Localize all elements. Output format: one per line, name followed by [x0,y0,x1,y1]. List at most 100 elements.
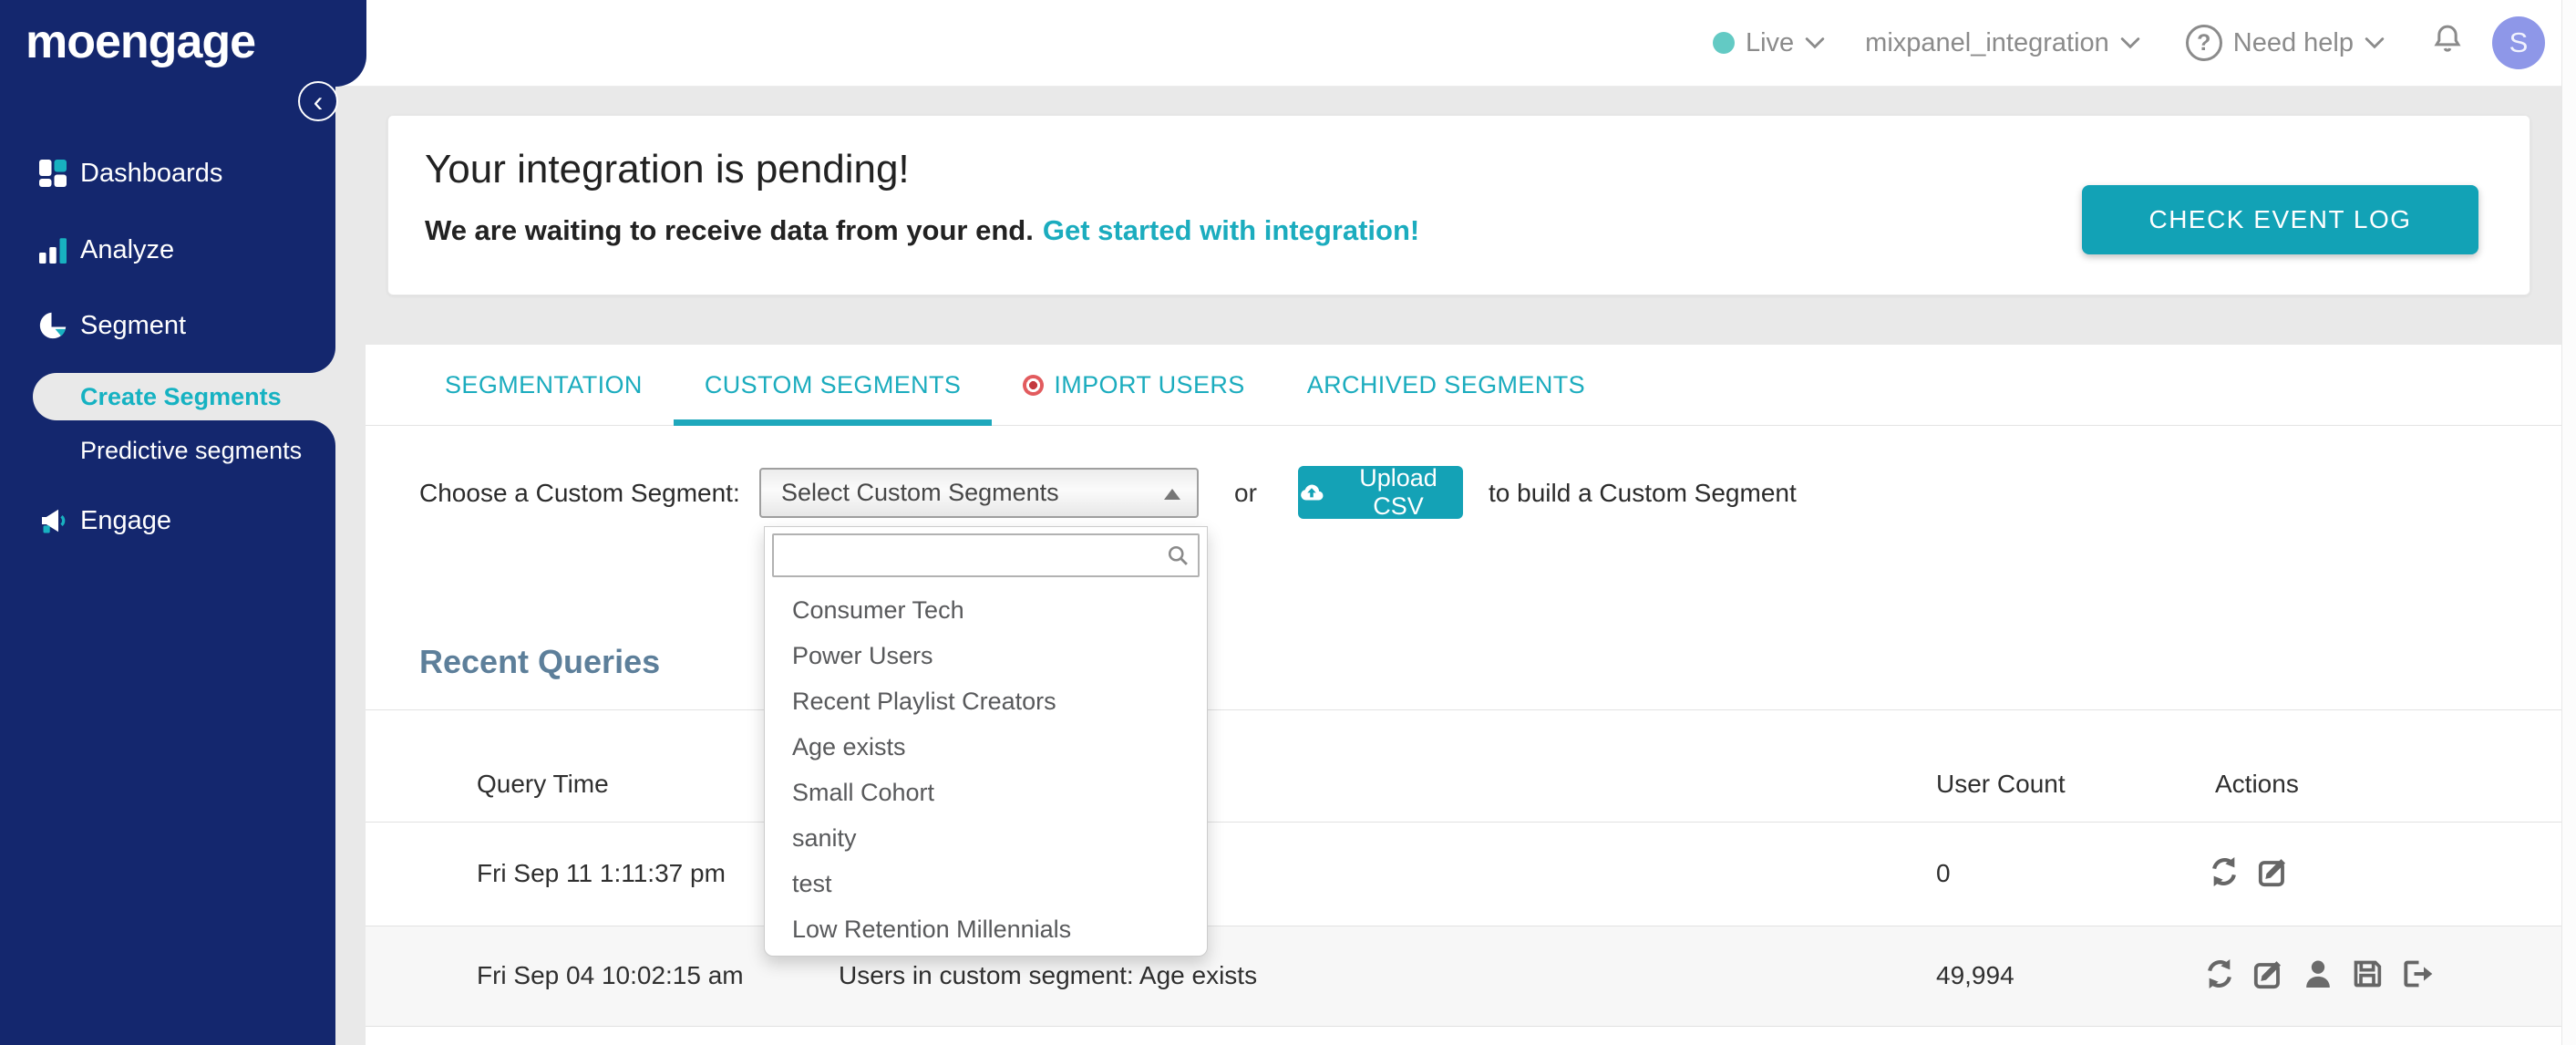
dropdown-option[interactable]: Age exists [765,724,1207,770]
bell-icon [2430,22,2465,64]
need-help-dropdown[interactable]: ? Need help [2185,25,2385,61]
column-header-actions: Actions [2215,770,2299,798]
build-segment-text: to build a Custom Segment [1489,479,1797,507]
moengage-app: Live mixpanel_integration ? Need help S [0,0,2576,1045]
query-time-cell: Fri Sep 11 1:11:37 pm [477,859,726,887]
sidebar-item-label: Create Segments [80,382,282,410]
need-help-label: Need help [2232,27,2354,57]
sidebar: moengage Dashboards Analyze Segment Crea… [0,0,335,1045]
row-actions [2206,854,2292,890]
tab-label: IMPORT USERS [1054,370,1245,398]
banner-message-text: We are waiting to receive data from your… [425,214,1034,246]
column-header-query-time: Query Time [477,770,609,798]
chevron-down-icon [2120,36,2140,49]
edit-icon[interactable] [2255,854,2292,890]
edit-icon[interactable] [2251,956,2287,992]
cloud-upload-icon [1298,479,1325,506]
column-header-user-count: User Count [1936,770,2066,798]
export-icon[interactable] [2398,956,2435,992]
divider [366,1026,2561,1027]
chevron-down-icon [1805,36,1825,49]
chevron-down-icon [2365,36,2385,49]
dropdown-option[interactable]: Consumer Tech [765,587,1207,633]
moengage-logo: moengage [26,16,256,68]
tab-segmentation[interactable]: SEGMENTATION [414,345,674,425]
segments-tabs: SEGMENTATION CUSTOM SEGMENTS IMPORT USER… [366,345,2561,426]
dropdown-search [772,533,1200,577]
segment-icon [36,309,69,342]
dashboards-icon [36,157,69,190]
topbar: Live mixpanel_integration ? Need help S [335,0,2576,87]
user-icon[interactable] [2300,956,2336,992]
dropdown-option[interactable]: sanity [765,815,1207,861]
save-icon[interactable] [2349,956,2385,992]
dropdown-options: Consumer Tech Power Users Recent Playlis… [765,587,1207,952]
sidebar-item-segment[interactable]: Segment [0,302,335,349]
dropdown-option[interactable]: Power Users [765,633,1207,678]
query-time-cell: Fri Sep 04 10:02:15 am [477,961,744,989]
banner-message: We are waiting to receive data from your… [425,214,1419,247]
refresh-icon[interactable] [2201,956,2238,992]
scrollbar[interactable] [2561,0,2576,1045]
tab-label: SEGMENTATION [445,370,643,398]
search-icon [1165,543,1190,568]
divider [366,822,2561,823]
tab-label: CUSTOM SEGMENTS [704,370,962,398]
analyze-icon [36,233,69,266]
sidebar-item-analyze[interactable]: Analyze [0,226,335,274]
main-content: Your integration is pending! We are wait… [335,87,2576,1045]
help-icon: ? [2185,25,2222,61]
get-started-link[interactable]: Get started with integration! [1043,214,1419,246]
sidebar-item-label: Analyze [80,234,175,264]
sidebar-item-predictive-segments[interactable]: Predictive segments [0,427,335,474]
live-status-dot-icon [1712,32,1735,54]
tab-archived-segments[interactable]: ARCHIVED SEGMENTS [1276,345,1616,425]
sidebar-item-label: Engage [80,505,171,535]
custom-segment-select[interactable]: Select Custom Segments [759,468,1199,518]
record-dot-icon [1023,374,1045,396]
engage-icon [36,504,69,537]
sidebar-item-engage[interactable]: Engage [0,497,335,544]
triangle-up-icon [1164,489,1180,500]
tab-import-users[interactable]: IMPORT USERS [992,345,1275,425]
select-value: Select Custom Segments [781,479,1059,506]
tab-custom-segments[interactable]: CUSTOM SEGMENTS [673,345,993,426]
integration-pending-banner: Your integration is pending! We are wait… [387,115,2530,295]
environment-label: Live [1745,27,1795,57]
sidebar-item-label: Predictive segments [80,436,303,464]
user-avatar[interactable]: S [2492,16,2545,69]
row-actions [2201,956,2435,992]
upload-csv-label: Upload CSV [1359,464,1437,520]
user-count-cell: 49,994 [1936,961,2014,989]
avatar-initial: S [2509,26,2529,58]
segments-panel: SEGMENTATION CUSTOM SEGMENTS IMPORT USER… [366,345,2561,1045]
dropdown-option[interactable]: Low Retention Millennials [765,906,1207,952]
check-event-log-button[interactable]: CHECK EVENT LOG [2082,185,2478,254]
sidebar-item-label: Segment [80,310,187,340]
user-count-cell: 0 [1936,859,1951,887]
sidebar-item-label: Dashboards [80,158,223,188]
workspace-name: mixpanel_integration [1865,27,2109,57]
sidebar-item-dashboards[interactable]: Dashboards [0,150,335,197]
workspace-dropdown[interactable]: mixpanel_integration [1865,28,2140,58]
segment-search-input[interactable] [772,533,1200,577]
upload-csv-button[interactable]: Upload CSV [1298,464,1463,520]
banner-title: Your integration is pending! [425,147,910,191]
recent-queries-heading: Recent Queries [419,643,661,680]
sidebar-collapse-button[interactable]: ‹ [298,81,338,121]
pill-corner-decoration [310,420,335,446]
dropdown-option[interactable]: Recent Playlist Creators [765,678,1207,724]
sidebar-item-create-segments[interactable]: Create Segments [0,373,335,420]
environment-dropdown[interactable]: Live [1712,27,1825,58]
query-cell: Users in custom segment: Age exists [839,961,1258,989]
dropdown-option[interactable]: Small Cohort [765,770,1207,815]
dropdown-option[interactable]: test [765,861,1207,906]
custom-segments-dropdown: Consumer Tech Power Users Recent Playlis… [764,526,1208,957]
divider [366,709,2561,710]
pill-corner-decoration [310,347,335,373]
notifications-button[interactable] [2430,22,2465,64]
refresh-icon[interactable] [2206,854,2242,890]
choose-segment-label: Choose a Custom Segment: [419,479,740,507]
or-text: or [1234,479,1257,507]
tab-label: ARCHIVED SEGMENTS [1306,370,1586,398]
